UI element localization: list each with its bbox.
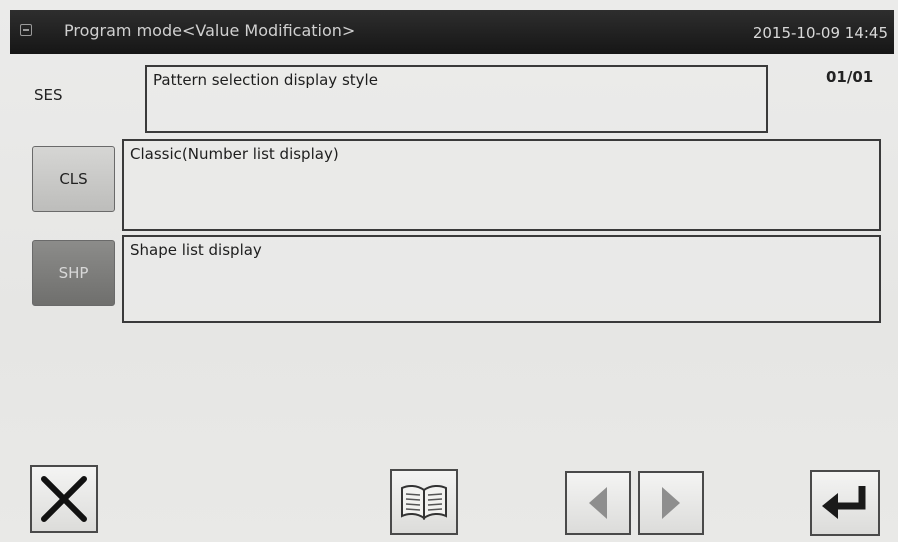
setting-description: Pattern selection display style [153,71,378,89]
enter-button[interactable] [810,470,880,536]
option-cls-button[interactable]: CLS [32,146,115,212]
page-title: Program mode<Value Modification> [64,21,356,40]
arrow-right-icon [662,487,680,519]
next-page-button[interactable] [638,471,704,535]
manual-button[interactable] [390,469,458,535]
close-icon [41,476,87,522]
option-description: Shape list display [130,241,262,259]
setting-description-box: Pattern selection display style [145,65,768,133]
arrow-left-icon [589,487,607,519]
page-counter: 01/01 [826,68,874,86]
setting-code: SES [34,86,63,104]
datetime: 2015-10-09 14:45 [752,24,888,42]
enter-icon [822,486,866,519]
previous-page-button[interactable] [565,471,631,535]
close-button[interactable] [30,465,98,533]
title-bar: Program mode<Value Modification> 2015-10… [10,10,894,54]
option-code: CLS [59,170,88,188]
option-shp-description-box[interactable]: Shape list display [122,235,881,323]
screen: Program mode<Value Modification> 2015-10… [0,0,898,542]
option-description: Classic(Number list display) [130,145,339,163]
option-code: SHP [58,264,89,282]
option-shp-button[interactable]: SHP [32,240,115,306]
option-cls-description-box[interactable]: Classic(Number list display) [122,139,881,231]
book-icon [401,484,447,520]
window-icon [20,24,32,36]
